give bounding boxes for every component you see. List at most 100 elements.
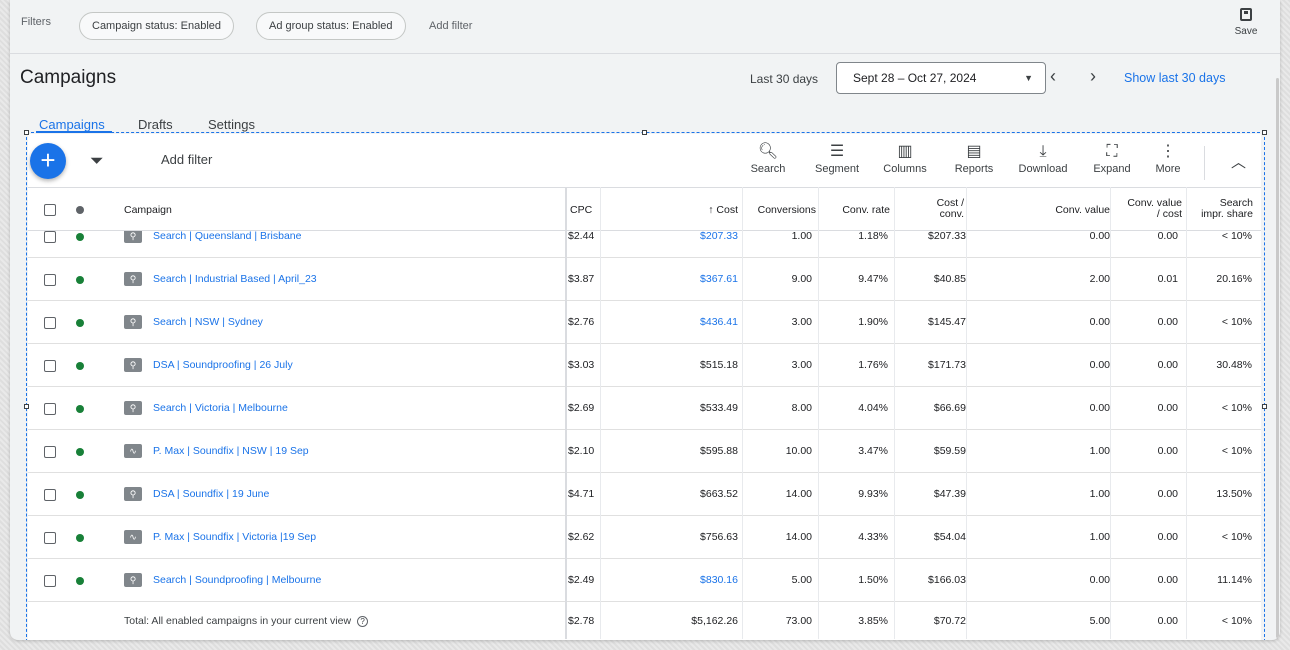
cost-cell[interactable]: $367.61 bbox=[658, 273, 738, 285]
campaign-name-link[interactable]: Search | Industrial Based | April_23 bbox=[153, 273, 317, 285]
cost-cell[interactable]: $436.41 bbox=[658, 316, 738, 328]
tool-segment[interactable]: ☰ Segment bbox=[812, 141, 862, 175]
status-enabled-icon bbox=[76, 491, 84, 499]
row-checkbox[interactable] bbox=[44, 360, 56, 372]
tool-label: Search bbox=[750, 163, 786, 175]
table-row[interactable]: ⚲ DSA | Soundproofing | 26 July $3.03 $515.… bbox=[28, 344, 1261, 387]
campaign-name-link[interactable]: Search | Queensland | Brisbane bbox=[153, 231, 301, 242]
campaign-name-link[interactable]: P. Max | Soundfix | NSW | 19 Sep bbox=[153, 445, 309, 457]
total-label: Total: All enabled campaigns in your cur… bbox=[124, 615, 369, 627]
header-conversions[interactable]: Conversions bbox=[742, 205, 816, 216]
campaign-name-link[interactable]: P. Max | Soundfix | Victoria |19 Sep bbox=[153, 531, 316, 543]
conv-rate-cell: 4.33% bbox=[858, 531, 888, 543]
tool-columns[interactable]: ▥ Columns bbox=[880, 141, 930, 175]
table-row[interactable]: ⚲ Search | Victoria | Melbourne $2.69 $533.… bbox=[28, 387, 1261, 430]
status-enabled-icon bbox=[76, 448, 84, 456]
header-cost[interactable]: ↑ Cost bbox=[658, 205, 738, 216]
header-cost-per-conv[interactable]: Cost / conv. bbox=[920, 198, 964, 220]
campaign-name-link[interactable]: DSA | Soundfix | 19 June bbox=[153, 488, 269, 500]
cost-per-conv-cell: $47.39 bbox=[933, 488, 966, 500]
tab-settings[interactable]: Settings bbox=[208, 117, 255, 132]
header-campaign[interactable]: Campaign bbox=[124, 205, 172, 216]
tool-download[interactable]: ⤓ Download bbox=[1015, 141, 1071, 175]
row-checkbox[interactable] bbox=[44, 403, 56, 415]
cost-per-conv-cell: $40.85 bbox=[933, 273, 966, 285]
resize-handle[interactable] bbox=[24, 404, 29, 409]
campaign-name-link[interactable]: Search | Victoria | Melbourne bbox=[153, 402, 288, 414]
resize-handle[interactable] bbox=[1262, 130, 1267, 135]
tool-expand[interactable]: ⛶ Expand bbox=[1090, 141, 1134, 175]
header-cpc[interactable]: CPC bbox=[570, 205, 592, 216]
conv-rate-cell: 9.47% bbox=[858, 273, 888, 285]
conv-value-per-cost-cell: 0.00 bbox=[1157, 574, 1178, 586]
conv-value-cell: 0.00 bbox=[1089, 402, 1110, 414]
table-add-filter[interactable]: Add filter bbox=[161, 152, 212, 167]
header-conv-value-per-cost[interactable]: Conv. value / cost bbox=[1124, 198, 1182, 220]
cpc-cell: $2.44 bbox=[568, 230, 595, 242]
tab-campaigns[interactable]: Campaigns bbox=[39, 117, 105, 132]
header-conv-rate[interactable]: Conv. rate bbox=[818, 205, 890, 216]
filter-icon[interactable]: ⏷ bbox=[90, 151, 104, 171]
row-checkbox[interactable] bbox=[44, 532, 56, 544]
filter-bar: Filters Campaign status: Enabled Ad grou… bbox=[10, 0, 1280, 54]
cost-per-conv-cell: $145.47 bbox=[928, 316, 966, 328]
resize-handle[interactable] bbox=[642, 130, 647, 135]
search-impr-share-cell: < 10% bbox=[1221, 402, 1252, 414]
conv-value-per-cost-cell: 0.01 bbox=[1157, 273, 1178, 285]
cost-cell[interactable]: $207.33 bbox=[658, 231, 738, 242]
campaign-name-link[interactable]: Search | NSW | Sydney bbox=[153, 316, 263, 328]
row-checkbox[interactable] bbox=[44, 231, 56, 243]
conv-value-cell: 0.00 bbox=[1089, 359, 1110, 371]
conv-value-per-cost-cell: 0.00 bbox=[1157, 359, 1178, 371]
row-checkbox[interactable] bbox=[44, 446, 56, 458]
tab-drafts[interactable]: Drafts bbox=[138, 117, 173, 132]
total-conv-rate: 3.85% bbox=[858, 615, 888, 627]
next-period-icon[interactable]: › bbox=[1090, 66, 1096, 87]
campaign-name-link[interactable]: Search | Soundproofing | Melbourne bbox=[153, 574, 321, 586]
filter-chip-ad-group-status[interactable]: Ad group status: Enabled bbox=[256, 12, 406, 40]
table-row[interactable]: ∿ P. Max | Soundfix | Victoria |19 Sep $2.… bbox=[28, 516, 1261, 559]
search-campaign-icon: ⚲ bbox=[124, 272, 142, 286]
date-range-picker[interactable]: Sept 28 – Oct 27, 2024 ▼ bbox=[836, 62, 1046, 94]
row-checkbox[interactable] bbox=[44, 317, 56, 329]
save-button[interactable]: Save bbox=[1228, 8, 1264, 37]
tool-search[interactable]: 🔍︎ Search bbox=[748, 141, 788, 175]
chevron-up-icon[interactable]: ︿ bbox=[1231, 151, 1246, 172]
columns-icon: ▥ bbox=[897, 143, 913, 160]
header-search-impr-share[interactable]: Search impr. share bbox=[1198, 198, 1253, 220]
row-checkbox[interactable] bbox=[44, 274, 56, 286]
add-campaign-button[interactable]: + bbox=[30, 143, 66, 179]
filter-chip-campaign-status[interactable]: Campaign status: Enabled bbox=[79, 12, 235, 40]
tool-reports[interactable]: ▤ Reports bbox=[950, 141, 998, 175]
add-filter-link[interactable]: Add filter bbox=[429, 20, 472, 32]
header-conv-value[interactable]: Conv. value bbox=[1018, 205, 1110, 216]
chevron-down-icon: ▼ bbox=[1024, 73, 1033, 83]
cpc-cell: $3.87 bbox=[568, 273, 595, 285]
conv-value-per-cost-cell: 0.00 bbox=[1157, 488, 1178, 500]
table-row[interactable]: ∿ P. Max | Soundfix | NSW | 19 Sep $2.10 $5… bbox=[28, 430, 1261, 473]
tool-more[interactable]: ⋮ More bbox=[1150, 141, 1186, 175]
campaign-name-link[interactable]: DSA | Soundproofing | 26 July bbox=[153, 359, 293, 371]
table-row[interactable]: ⚲ Search | NSW | Sydney $2.76 $436.41 3.00 1.… bbox=[28, 301, 1261, 344]
row-checkbox[interactable] bbox=[44, 575, 56, 587]
previous-period-icon[interactable]: ‹ bbox=[1050, 66, 1056, 87]
cost-cell[interactable]: $830.16 bbox=[658, 574, 738, 586]
search-impr-share-cell: < 10% bbox=[1221, 316, 1252, 328]
tool-label: Reports bbox=[954, 163, 994, 175]
help-icon[interactable]: ? bbox=[357, 616, 369, 627]
table-row[interactable]: ⚲ Search | Industrial Based | April_23 $3.… bbox=[28, 258, 1261, 301]
table-row[interactable]: ⚲ DSA | Soundfix | 19 June $4.71 $663.52 14.… bbox=[28, 473, 1261, 516]
search-campaign-icon: ⚲ bbox=[124, 231, 142, 243]
toolbar-divider bbox=[1204, 146, 1205, 180]
table-row[interactable]: ⚲ Search | Soundproofing | Melbourne $2.49… bbox=[28, 559, 1261, 602]
search-campaign-icon: ⚲ bbox=[124, 573, 142, 587]
select-all-checkbox[interactable] bbox=[44, 204, 56, 216]
resize-handle[interactable] bbox=[1262, 404, 1267, 409]
total-conv-value: 5.00 bbox=[1089, 615, 1110, 627]
search-campaign-icon: ⚲ bbox=[124, 401, 142, 415]
resize-handle[interactable] bbox=[24, 130, 29, 135]
show-last-30-days-link[interactable]: Show last 30 days bbox=[1124, 71, 1225, 85]
scrollbar[interactable] bbox=[1276, 78, 1279, 638]
column-divider bbox=[894, 187, 895, 639]
row-checkbox[interactable] bbox=[44, 489, 56, 501]
